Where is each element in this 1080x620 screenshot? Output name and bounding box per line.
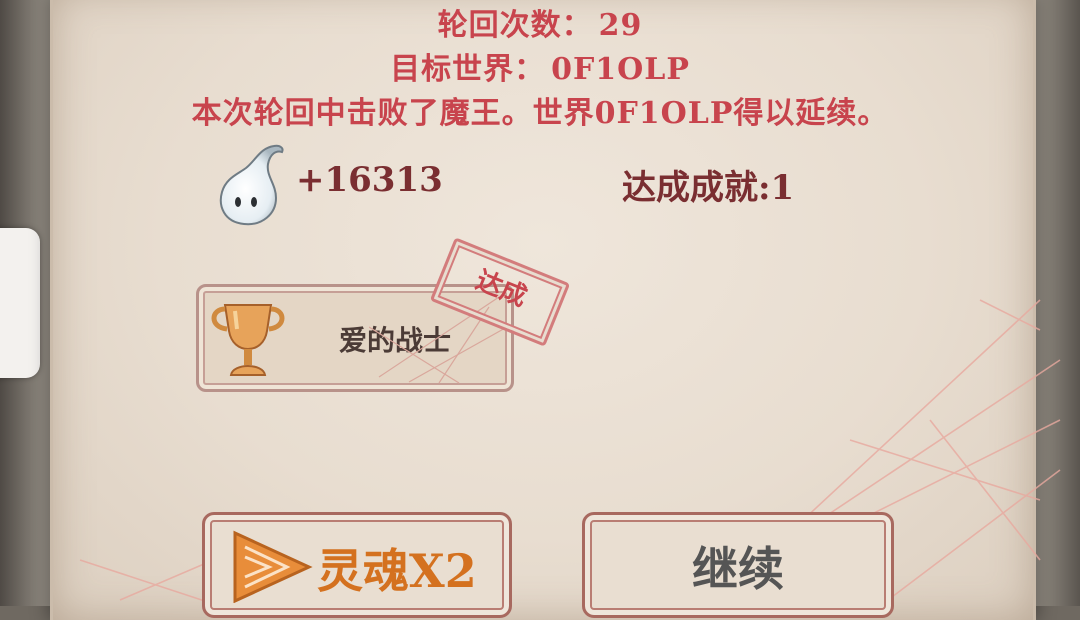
- play-triangle-icon: [233, 530, 313, 603]
- cycle-count-value: 29: [598, 8, 643, 43]
- side-tab[interactable]: [0, 228, 40, 378]
- continue-button[interactable]: 继续: [582, 512, 894, 618]
- target-world-value: 0F1OLP: [551, 52, 690, 87]
- continue-label: 继续: [692, 542, 784, 596]
- soul-double-label: 灵魂X2: [317, 544, 477, 598]
- trophy-icon: [211, 304, 285, 376]
- achievements-count: 达成成就:1: [622, 168, 795, 208]
- soul-double-button[interactable]: 灵魂X2: [202, 512, 512, 618]
- target-world-line: 目标世界： 0F1OLP: [0, 44, 1080, 88]
- target-world-label: 目标世界：: [390, 52, 546, 87]
- cycle-count-line: 轮回次数： 29: [0, 0, 1080, 44]
- run-result-text: 本次轮回中击败了魔王。世界0F1OLP得以延续。: [191, 96, 889, 131]
- cycle-count-label: 轮回次数：: [437, 8, 593, 43]
- ghost-soul-icon: [219, 144, 284, 226]
- soul-reward-amount: +16313: [296, 160, 443, 200]
